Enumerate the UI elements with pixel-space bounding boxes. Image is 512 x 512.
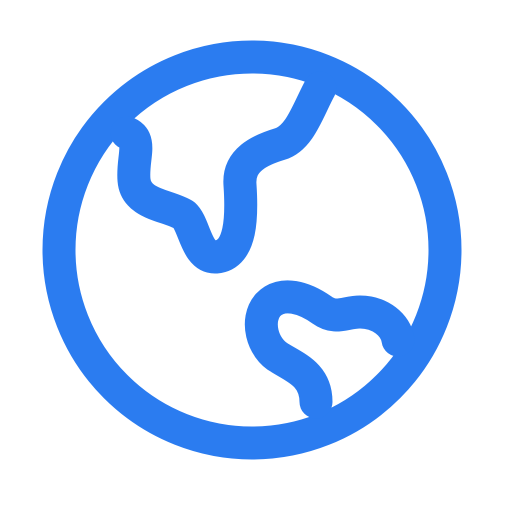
- icon-canvas: [0, 0, 512, 512]
- globe-outline: [42, 40, 462, 460]
- globe-icon: [42, 40, 462, 460]
- continent-north: [110, 71, 337, 274]
